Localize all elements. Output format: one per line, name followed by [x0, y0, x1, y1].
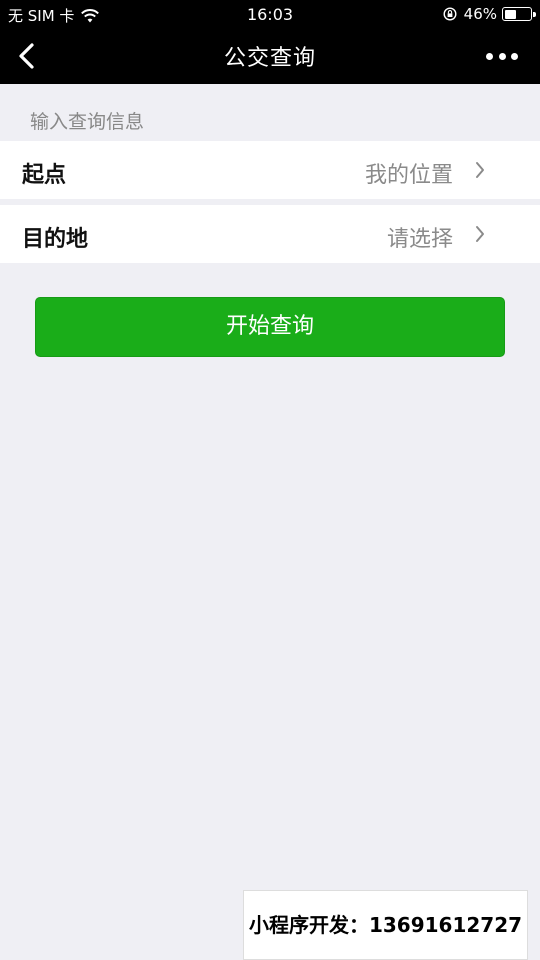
watermark-banner: 小程序开发：13691612727	[243, 890, 528, 960]
chevron-right-icon	[476, 162, 484, 178]
start-point-value: 我的位置	[364, 163, 453, 188]
back-button[interactable]	[12, 40, 42, 72]
battery-fill	[504, 9, 517, 19]
start-query-button[interactable]: 开始查询	[35, 297, 505, 357]
battery-icon	[502, 7, 536, 21]
battery-percent: 46%	[463, 5, 497, 23]
start-point-cell[interactable]: 起点 我的位置	[0, 141, 540, 199]
destination-label: 目的地	[22, 227, 89, 252]
orientation-lock-icon	[443, 7, 457, 21]
more-dots-icon	[511, 52, 518, 60]
status-bar: 无 SIM 卡 16:03 46%	[0, 0, 540, 28]
page-title: 公交查询	[223, 46, 316, 71]
more-dots-icon	[498, 52, 506, 60]
more-dots-icon	[486, 52, 493, 60]
section-title: 输入查询信息	[30, 111, 145, 133]
destination-value: 请选择	[386, 227, 453, 252]
chevron-left-icon	[19, 43, 34, 69]
destination-cell[interactable]: 目的地 请选择	[0, 205, 540, 263]
nav-bar: 公交查询	[0, 28, 540, 84]
more-button[interactable]	[486, 46, 518, 66]
chevron-right-icon	[476, 226, 484, 242]
status-right: 46%	[443, 5, 536, 23]
start-point-label: 起点	[22, 163, 67, 188]
battery-cap	[533, 11, 536, 17]
